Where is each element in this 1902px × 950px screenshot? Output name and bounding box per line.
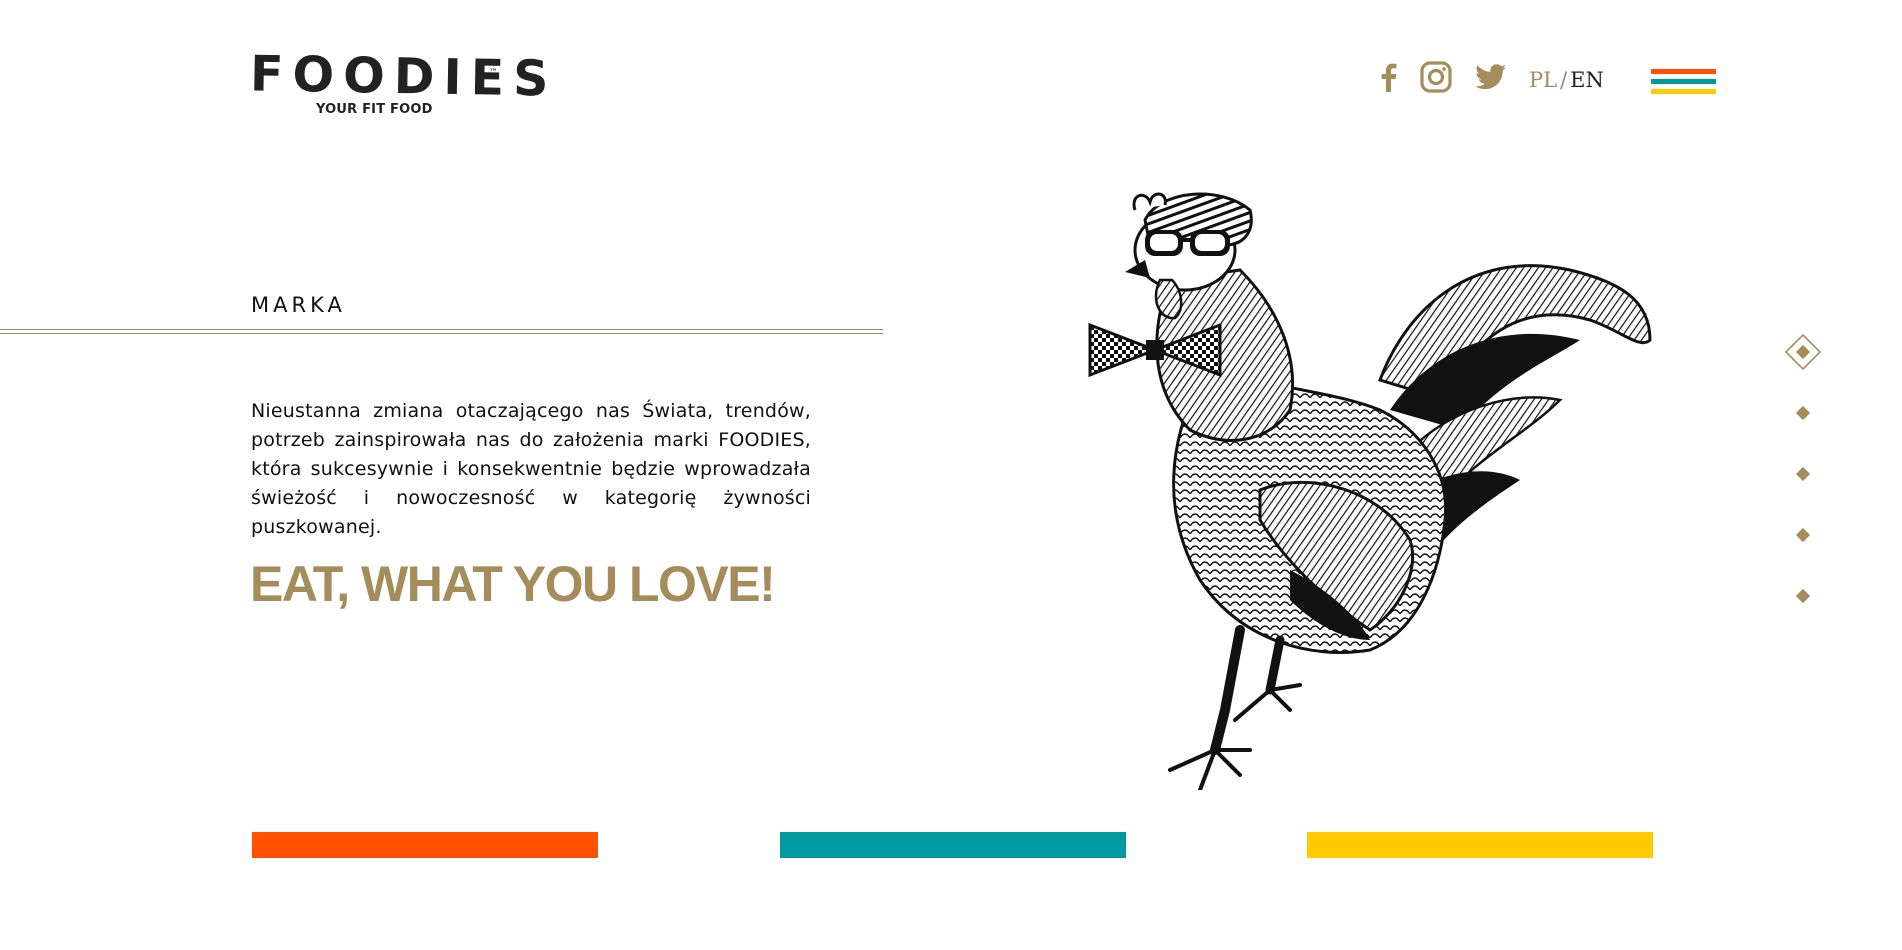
color-bar-teal <box>780 832 1126 858</box>
page: FOODIES ™ YOUR FIT FOOD PL / EN MARKA Nieu… <box>0 0 1902 950</box>
side-nav-item-1-active[interactable] <box>1783 332 1823 372</box>
section-divider <box>0 329 883 334</box>
menu-line-teal <box>1651 79 1716 84</box>
menu-line-yellow <box>1651 89 1716 94</box>
trademark-symbol: ™ <box>489 68 498 78</box>
language-en[interactable]: EN <box>1570 68 1604 92</box>
side-nav-item-3[interactable] <box>1783 454 1823 494</box>
brand-tagline: YOUR FIT FOOD <box>316 102 433 117</box>
side-nav-item-4[interactable] <box>1783 515 1823 555</box>
brand-name: FOODIES <box>249 45 558 108</box>
twitter-icon[interactable] <box>1471 58 1509 96</box>
language-switcher: PL / EN <box>1529 68 1604 92</box>
language-pl[interactable]: PL <box>1529 68 1557 92</box>
hamburger-menu-icon[interactable] <box>1651 69 1716 95</box>
side-nav-item-2[interactable] <box>1783 393 1823 433</box>
facebook-icon[interactable] <box>1370 58 1408 96</box>
color-bar-yellow <box>1307 832 1653 858</box>
instagram-icon[interactable] <box>1417 58 1455 96</box>
color-bar-orange <box>252 832 598 858</box>
slogan-heading: EAT, WHAT YOU LOVE! <box>250 556 776 612</box>
side-nav-item-5[interactable] <box>1783 576 1823 616</box>
brand-logo[interactable]: FOODIES ™ YOUR FIT FOOD <box>250 45 558 122</box>
menu-line-orange <box>1651 69 1716 74</box>
section-body-text: Nieustanna zmiana otaczającego nas Świat… <box>251 400 811 538</box>
rooster-illustration <box>1088 192 1652 790</box>
section-title: MARKA <box>251 293 346 317</box>
language-separator: / <box>1560 68 1568 92</box>
